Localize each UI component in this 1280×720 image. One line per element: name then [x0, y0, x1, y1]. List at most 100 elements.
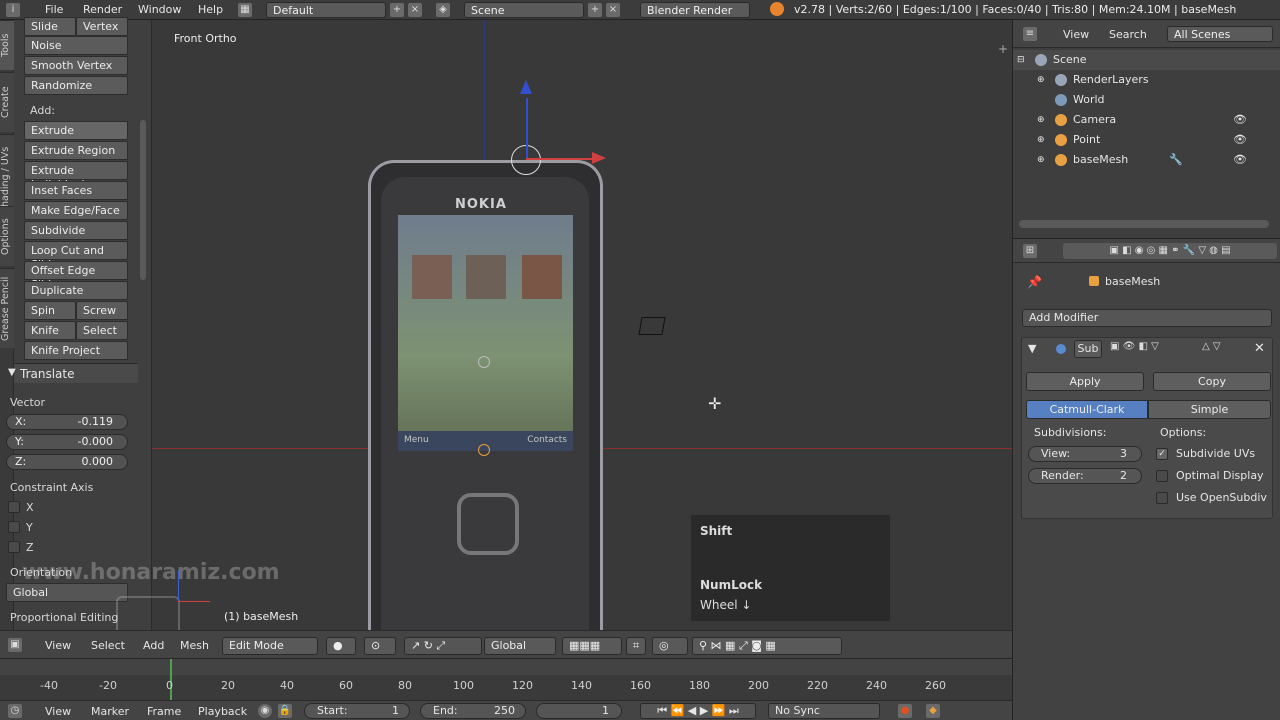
timeline-editor-icon[interactable]: ◷ — [8, 704, 22, 718]
offset-edge-slide-button[interactable]: Offset Edge Slide — [24, 261, 128, 291]
tab-grease-pencil[interactable]: Grease Pencil — [0, 268, 14, 348]
catmull-clark-button[interactable]: Catmull-Clark — [1026, 400, 1148, 419]
outliner-filter-select[interactable]: All Scenes — [1167, 26, 1273, 42]
add-modifier-select[interactable]: Add Modifier — [1022, 309, 1272, 327]
timeline[interactable]: -40 -20 0 20 40 60 80 100 120 140 160 18… — [0, 658, 1012, 701]
slide-edge-button[interactable]: Slide Ed — [24, 17, 76, 47]
expand-icon[interactable]: ⊕ — [1037, 70, 1045, 90]
expand-icon[interactable]: ⊕ — [1037, 110, 1045, 130]
point-lamp-icon[interactable] — [478, 356, 490, 368]
add-scene-icon[interactable]: + — [588, 3, 602, 17]
simple-button[interactable]: Simple — [1148, 400, 1271, 419]
menu-file[interactable]: File — [45, 3, 63, 16]
keyframe-icon[interactable]: ◆ — [926, 704, 940, 718]
x-manipulator-axis[interactable] — [526, 158, 592, 160]
current-frame-field[interactable]: 1 — [536, 703, 622, 719]
collapse-arrow-icon[interactable]: ▼ — [1028, 342, 1036, 355]
sync-select[interactable]: No Sync — [768, 703, 880, 719]
loop-cut-button[interactable]: Loop Cut and Slide — [24, 241, 128, 271]
pin-icon[interactable]: 📌 — [1027, 275, 1042, 289]
view-levels-field[interactable]: View: 3 — [1028, 446, 1142, 462]
outliner-scrollbar[interactable] — [1019, 220, 1269, 228]
smooth-vertex-button[interactable]: Smooth Vertex — [24, 56, 128, 75]
z-arrow-icon[interactable] — [520, 80, 532, 94]
outliner-menu-view[interactable]: View — [1063, 28, 1089, 41]
apply-button[interactable]: Apply — [1026, 372, 1144, 391]
tab-options[interactable]: Options — [0, 206, 14, 266]
outliner-row-point[interactable]: ⊕ Point 👁 — [1013, 130, 1280, 150]
outliner-row-world[interactable]: World — [1013, 90, 1280, 110]
extrude-button[interactable]: Extrude — [24, 121, 128, 140]
knife-button[interactable]: Knife — [24, 321, 76, 340]
outliner-row-camera[interactable]: ⊕ Camera 👁 — [1013, 110, 1280, 130]
scene-select[interactable]: Scene — [464, 2, 584, 18]
tab-tools[interactable]: Tools — [0, 20, 14, 70]
header-tool-icons[interactable]: ⚲ ⋈ ▦ ⤢ ◙ ▦ — [692, 637, 842, 655]
orientation-select[interactable]: Global — [6, 583, 128, 602]
render-engine-select[interactable]: Blender Render — [640, 2, 750, 18]
toolshelf-scrollbar[interactable] — [140, 120, 146, 280]
auto-key-icon[interactable]: ● — [898, 704, 912, 718]
scene-icon[interactable]: ◈ — [436, 3, 450, 17]
duplicate-button[interactable]: Duplicate — [24, 281, 128, 300]
tab-create[interactable]: Create — [0, 72, 14, 132]
mesh-outline[interactable]: NOKIA Menu Contacts — [368, 160, 603, 637]
timeline-menu-view[interactable]: View — [45, 705, 71, 718]
record-icon[interactable]: ◉ — [258, 704, 272, 718]
optimal-display-checkbox[interactable] — [1156, 470, 1168, 482]
pivot-select[interactable]: ⊙ — [364, 637, 396, 655]
modifier-move-buttons[interactable]: △ ▽ — [1202, 341, 1244, 357]
playback-controls[interactable]: ⏮ ⏪ ◀ ▶ ⏩ ⏭ — [640, 703, 756, 719]
visibility-eye-icon[interactable]: 👁 — [1233, 130, 1247, 150]
use-opensubdiv-checkbox[interactable] — [1156, 492, 1168, 504]
viewport-shading-select[interactable]: ● — [326, 637, 356, 655]
subdivide-button[interactable]: Subdivide — [24, 221, 128, 240]
translate-y-field[interactable]: Y: -0.000 — [6, 434, 128, 450]
x-arrow-icon[interactable] — [592, 152, 606, 164]
proportional-editing-select[interactable]: ◎ — [652, 637, 688, 655]
screen-layout-select[interactable]: Default — [266, 2, 386, 18]
outliner-menu-search[interactable]: Search — [1109, 28, 1147, 41]
region-toggle-icon[interactable]: + — [998, 42, 1008, 56]
timeline-menu-frame[interactable]: Frame — [147, 705, 181, 718]
extrude-region-button[interactable]: Extrude Region — [24, 141, 128, 160]
screw-button[interactable]: Screw — [76, 301, 128, 320]
outliner-row-basemesh[interactable]: ⊕ baseMesh 🔧 👁 — [1013, 150, 1280, 170]
copy-button[interactable]: Copy — [1153, 372, 1271, 391]
start-frame-field[interactable]: Start: 1 — [304, 703, 410, 719]
knife-select-button[interactable]: Select — [76, 321, 128, 340]
constraint-y-checkbox[interactable] — [8, 521, 20, 533]
visibility-eye-icon[interactable]: 👁 — [1233, 150, 1247, 170]
remove-layout-icon[interactable]: × — [408, 3, 422, 17]
outliner-row-renderlayers[interactable]: ⊕ RenderLayers — [1013, 70, 1280, 90]
mode-select[interactable]: Edit Mode — [222, 637, 318, 655]
properties-editor-icon[interactable]: ⊞ — [1023, 244, 1037, 258]
translate-z-field[interactable]: Z: 0.000 — [6, 454, 128, 470]
modifier-display-toggles[interactable]: ▣ 👁 ◧ ▽ — [1110, 341, 1200, 357]
inset-faces-button[interactable]: Inset Faces — [24, 181, 128, 200]
expand-icon[interactable]: ⊟ — [1017, 50, 1025, 70]
subdivide-uvs-checkbox[interactable]: ✓ — [1156, 448, 1168, 460]
manipulator-buttons[interactable]: ↗ ↻ ⤢ — [404, 637, 482, 655]
menu-select[interactable]: Select — [91, 639, 125, 652]
visibility-eye-icon[interactable]: 👁 — [1233, 110, 1247, 130]
expand-icon[interactable]: ⊕ — [1037, 130, 1045, 150]
make-edge-face-button[interactable]: Make Edge/Face — [24, 201, 128, 220]
modifier-name-field[interactable]: Sub — [1074, 340, 1102, 358]
add-layout-icon[interactable]: + — [390, 3, 404, 17]
outliner-row-scene[interactable]: ⊟ Scene — [1013, 50, 1280, 70]
snap-icon[interactable]: ⌗ — [626, 637, 646, 655]
constraint-z-checkbox[interactable] — [8, 541, 20, 553]
object-origin[interactable] — [478, 444, 490, 456]
menu-add[interactable]: Add — [143, 639, 164, 652]
properties-context-tabs[interactable]: ▣ ◧ ◉ ◎ ▦ ⚭ 🔧 ▽ ◍ ▤ — [1063, 243, 1277, 259]
editor-type-icon[interactable]: ▣ — [8, 638, 22, 652]
render-levels-field[interactable]: Render: 2 — [1028, 468, 1142, 484]
menu-window[interactable]: Window — [138, 3, 181, 16]
noise-button[interactable]: Noise — [24, 36, 128, 55]
extrude-individual-button[interactable]: Extrude Individual — [24, 161, 128, 191]
menu-mesh[interactable]: Mesh — [180, 639, 209, 652]
blender-info-icon[interactable]: i — [6, 3, 20, 17]
knife-project-button[interactable]: Knife Project — [24, 341, 128, 360]
camera-icon[interactable] — [638, 317, 666, 335]
